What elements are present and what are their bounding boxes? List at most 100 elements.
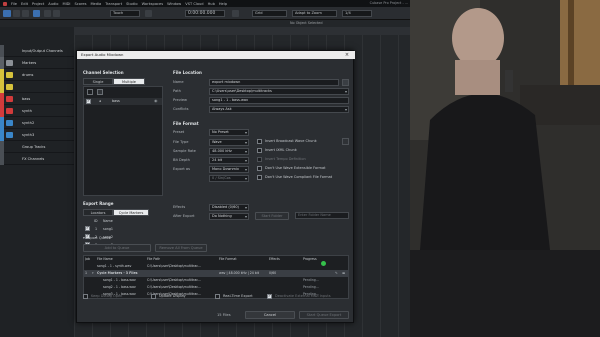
tempo-definition-label: Insert Tempo Definition <box>265 157 306 161</box>
lower-zone-icon[interactable] <box>53 10 60 17</box>
wave-compliant-checkbox[interactable] <box>257 175 262 180</box>
export-as-select[interactable]: Mono Downmix <box>209 166 249 173</box>
cycle-markers-tab[interactable]: Cycle Markers <box>113 209 149 216</box>
rewind-icon[interactable] <box>145 10 152 17</box>
queue-header: Job File Name File Path File Format Effe… <box>83 256 349 263</box>
wave-extensible-checkbox[interactable] <box>257 166 262 171</box>
channel-checkbox[interactable] <box>86 98 91 104</box>
sample-rate-select[interactable]: 48.000 kHz <box>209 148 249 155</box>
channel-row-bass[interactable]: ◂ bass ◉ <box>84 98 162 105</box>
left-zone-icon[interactable] <box>44 10 51 17</box>
track-color <box>0 45 4 57</box>
quantize-select[interactable]: 1/4 <box>342 10 372 17</box>
track-color <box>0 93 4 105</box>
update-display-checkbox[interactable] <box>151 294 156 299</box>
effects-label: Effects <box>173 205 186 209</box>
menu-audio[interactable]: Audio <box>48 2 58 6</box>
audio-icon <box>6 108 13 114</box>
range-row[interactable]: 1 song1 <box>83 225 163 233</box>
queue-group-row[interactable]: 1 ▾ Cycle Markers - 3 Files wav | 48.000… <box>83 270 349 277</box>
after-export-select[interactable]: Do Nothing <box>209 213 249 220</box>
deactivate-midi-label: Deactivate External MIDI Inputs <box>275 294 331 298</box>
menu-file[interactable]: File <box>11 2 17 6</box>
queue-progress: Pending... <box>303 278 319 282</box>
menu-vst-cloud[interactable]: VST Cloud <box>185 2 203 6</box>
track-row[interactable]: Markers <box>0 57 74 69</box>
deactivate-midi-checkbox[interactable] <box>267 293 272 299</box>
pan-law-select[interactable]: 0 / Sin/Cos <box>209 175 249 182</box>
automation-mode-select[interactable]: Touch <box>110 10 140 17</box>
track-row[interactable]: synth2 <box>0 117 74 129</box>
constrain-delay-icon[interactable] <box>33 10 40 17</box>
cancel-button[interactable]: Cancel <box>245 311 295 319</box>
multiple-mode-button[interactable]: Multiple <box>113 78 145 85</box>
broadcast-wave-checkbox[interactable] <box>257 139 262 144</box>
collapse-all-icon[interactable] <box>87 89 93 95</box>
name-column-header: Name <box>103 219 113 223</box>
dialog-title: Export Audio Mixdown <box>77 51 355 59</box>
queue-row[interactable]: song1 - 1 - bass.wav C:\Users\user\Deskt… <box>83 277 349 284</box>
link-icon[interactable] <box>97 89 103 95</box>
track-row[interactable]: synth <box>0 105 74 117</box>
chevron-down-icon[interactable]: ▾ <box>92 271 94 275</box>
file-type-select[interactable]: Wave <box>209 139 249 146</box>
track-row[interactable]: synth3 <box>0 129 74 141</box>
preset-select[interactable]: No Preset <box>209 129 249 136</box>
redo-icon[interactable] <box>22 10 29 17</box>
bit-depth-select[interactable]: 24 bit <box>209 157 249 164</box>
ixml-chunk-checkbox[interactable] <box>257 148 262 153</box>
keep-dialog-open-checkbox[interactable] <box>83 294 88 299</box>
add-to-queue-button[interactable]: Add to Queue <box>83 244 151 252</box>
snap-icon[interactable] <box>232 10 239 17</box>
queue-file-format: wav | 48.000 kHz | 24 bit <box>219 271 259 275</box>
track-color <box>0 153 4 165</box>
edit-chunk-icon[interactable] <box>342 138 349 145</box>
track-row[interactable]: Group Tracks <box>0 141 74 153</box>
menu-help[interactable]: Help <box>219 2 227 6</box>
menu-scores[interactable]: Scores <box>75 2 87 6</box>
grid-size-select[interactable]: Adapt to Zoom <box>292 10 337 17</box>
menu-studio[interactable]: Studio <box>126 2 137 6</box>
edit-icon[interactable]: ✎ <box>335 271 338 275</box>
menu-transport[interactable]: Transport <box>105 2 122 6</box>
realtime-export-checkbox[interactable] <box>215 294 220 299</box>
track-row[interactable]: Input/Output Channels <box>0 45 74 57</box>
eye-icon: ◉ <box>154 98 158 103</box>
track-list: Input/Output Channels Markers drums bass… <box>0 27 74 337</box>
menu-edit[interactable]: Edit <box>21 2 28 6</box>
gear-icon[interactable] <box>342 79 349 86</box>
track-row[interactable]: FX Channels <box>0 153 74 165</box>
tempo-definition-checkbox[interactable] <box>257 157 262 162</box>
activate-project-button[interactable] <box>3 10 11 17</box>
conflicts-select[interactable]: Always Ask <box>209 106 349 113</box>
trash-icon[interactable]: ▬ <box>342 271 345 275</box>
track-row[interactable]: bass <box>0 93 74 105</box>
menu-midi[interactable]: MIDI <box>63 2 71 6</box>
track-row[interactable] <box>0 81 74 93</box>
speaker-icon: ◂ <box>99 99 101 103</box>
menu-hub[interactable]: Hub <box>208 2 215 6</box>
path-select[interactable]: C:\Users\user\Desktop\multitracks <box>209 88 349 95</box>
remove-all-button[interactable]: Remove All From Queue <box>155 244 207 252</box>
undo-icon[interactable] <box>13 10 20 17</box>
menu-media[interactable]: Media <box>90 2 101 6</box>
ruler[interactable] <box>74 27 410 35</box>
start-folder-button[interactable]: Start Folder <box>255 212 289 220</box>
file-name-input[interactable]: export mixdown <box>209 79 339 86</box>
folder-name-input[interactable]: Enter Folder Name <box>295 212 349 219</box>
menu-project[interactable]: Project <box>32 2 44 6</box>
close-icon[interactable]: × <box>344 52 350 58</box>
channel-tree: ◂ bass ◉ <box>83 86 163 196</box>
grid-type-select[interactable]: Grid <box>252 10 287 17</box>
locators-tab[interactable]: Locators <box>83 209 113 216</box>
single-mode-button[interactable]: Single <box>83 78 113 85</box>
menu-window[interactable]: Window <box>167 2 181 6</box>
start-queue-export-button[interactable]: Start Queue Export <box>299 311 349 319</box>
effects-select[interactable]: Disabled (0/60) <box>209 204 249 211</box>
queue-row[interactable]: song1 - 1 - synth.wav C:\Users\user\Desk… <box>83 263 349 270</box>
menu-workspaces[interactable]: Workspaces <box>142 2 164 6</box>
info-line: No Object Selected <box>0 20 410 27</box>
range-checkbox[interactable] <box>85 225 90 231</box>
queue-row[interactable]: song2 - 1 - bass.wav C:\Users\user\Deskt… <box>83 284 349 291</box>
track-row[interactable]: drums <box>0 69 74 81</box>
